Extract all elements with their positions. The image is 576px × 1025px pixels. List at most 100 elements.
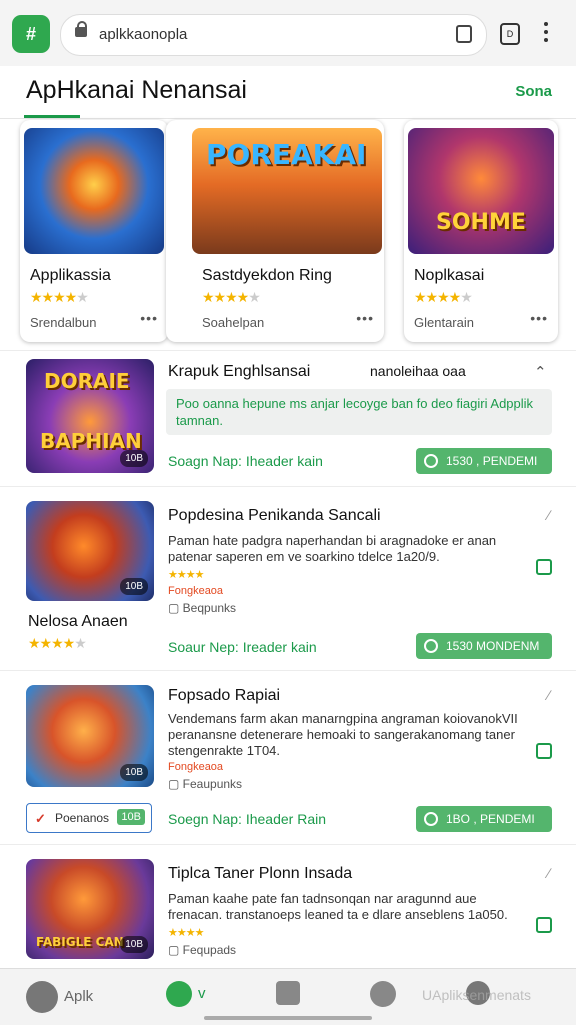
app-list-item[interactable]: FABIGLE CAN 10B Tiplca Taner Plonn Insad… bbox=[0, 844, 576, 969]
download-label: 1BO , PENDEMI bbox=[446, 812, 535, 826]
tabs-button[interactable]: D bbox=[500, 23, 520, 45]
apps-grid-icon bbox=[276, 981, 300, 1005]
app-card-name: Sastdyekdon Ring bbox=[202, 267, 332, 284]
nav-home-label: Aplk bbox=[64, 987, 94, 1005]
featured-download-button[interactable]: 1530 , PENDEMI bbox=[416, 448, 552, 474]
price-chip: 10B bbox=[120, 764, 148, 781]
share-icon[interactable] bbox=[536, 559, 552, 575]
app-card[interactable]: Applikassia ★★★★★ Srendalbun ••• bbox=[20, 120, 168, 342]
app-card-thumbnail: SOHME bbox=[408, 128, 554, 254]
chip-price: 10B bbox=[117, 809, 145, 825]
thumbnail-title-art: DORAIE bbox=[44, 369, 130, 393]
dismiss-icon[interactable]: ∕ bbox=[548, 865, 550, 881]
download-label: 1530 , PENDEMI bbox=[446, 454, 538, 468]
app-meta: ▢ Beqpunks bbox=[168, 601, 237, 615]
featured-link[interactable]: Soagn Nap: Iheader kain bbox=[168, 453, 323, 469]
app-card-rating: ★★★★★ bbox=[30, 289, 89, 305]
price-chip-button[interactable]: ✓ Poenanos 10B bbox=[26, 803, 152, 833]
app-tag: Fongkeaoa bbox=[168, 761, 224, 773]
collapse-chevron-icon[interactable]: ⌃ bbox=[534, 363, 547, 381]
chip-label: Poenanos bbox=[55, 811, 110, 825]
download-label: 1530 MONDENM bbox=[446, 639, 540, 653]
app-title: Tiplca Taner Plonn Insada bbox=[168, 865, 353, 882]
app-meta: ▢ Fequpads bbox=[168, 943, 237, 957]
nav-updates[interactable]: v bbox=[166, 981, 206, 1007]
nav-updates-label: v bbox=[198, 984, 206, 1002]
download-icon bbox=[424, 454, 438, 468]
thumbnail-title-art: FABIGLE CAN bbox=[36, 935, 124, 949]
app-card-name: Noplkasai bbox=[414, 267, 485, 284]
lock-icon bbox=[75, 21, 87, 37]
app-card-rating: ★★★★★ bbox=[414, 289, 473, 305]
app-rating: ★★★★★ bbox=[28, 635, 87, 651]
dismiss-icon[interactable]: ∕ bbox=[548, 507, 550, 523]
download-icon bbox=[424, 812, 438, 826]
nav-messages[interactable] bbox=[370, 981, 402, 1007]
chat-icon bbox=[166, 981, 192, 1007]
share-icon[interactable] bbox=[536, 917, 552, 933]
gesture-bar bbox=[204, 1016, 372, 1020]
header-action-link[interactable]: Sona bbox=[515, 83, 552, 100]
app-card-thumbnail: POREAKAI bbox=[192, 128, 382, 254]
app-card-name: Applikassia bbox=[30, 267, 111, 284]
featured-info-text: Poo oanna hepune ms anjar lecoyge ban fo… bbox=[176, 396, 534, 428]
app-link[interactable]: Soaur Nep: Ireader kain bbox=[168, 639, 317, 655]
app-thumbnail: 10B bbox=[26, 685, 154, 787]
featured-thumbnail: DORAIE BAPHIAN 10B bbox=[26, 359, 154, 473]
browser-toolbar: # aplkkaonopla D bbox=[0, 0, 576, 66]
app-card-more-icon[interactable]: ••• bbox=[140, 310, 158, 326]
home-icon bbox=[26, 981, 58, 1013]
message-icon bbox=[370, 981, 396, 1007]
featured-title: Krapuk Enghlsansai bbox=[168, 363, 311, 380]
app-card-subtitle: Soahelpan bbox=[202, 315, 265, 330]
app-tag: Fongkeaoa bbox=[168, 585, 224, 597]
app-card-subtitle: Glentarain bbox=[414, 315, 474, 330]
nav-settings[interactable]: UApliksenmenats bbox=[422, 981, 531, 1005]
app-thumbnail: 10B bbox=[26, 501, 154, 601]
featured-app-row[interactable]: DORAIE BAPHIAN 10B Krapuk Enghlsansai na… bbox=[0, 350, 576, 483]
app-card-subtitle: Srendalbun bbox=[30, 315, 97, 330]
app-description: Paman hate padgra naperhandan bi aragnad… bbox=[168, 533, 497, 564]
nav-apps[interactable] bbox=[276, 981, 306, 1005]
app-card[interactable]: SOHME Noplkasai ★★★★★ Glentarain ••• bbox=[404, 120, 558, 342]
address-bar[interactable]: aplkkaonopla bbox=[60, 14, 487, 56]
thumbnail-title-art: POREAKAI bbox=[206, 138, 367, 171]
download-button[interactable]: 1530 MONDENM bbox=[416, 633, 552, 659]
app-link[interactable]: Soegn Nap: Iheader Rain bbox=[168, 811, 326, 827]
featured-subtitle: nanoleihaa oaa bbox=[370, 363, 466, 379]
thumbnail-title-art: SOHME bbox=[436, 210, 526, 235]
url-text: aplkkaonopla bbox=[99, 26, 188, 43]
share-icon[interactable] bbox=[536, 743, 552, 759]
price-chip: 10B bbox=[120, 450, 148, 467]
page-title: ApHkanai Nenansai bbox=[26, 76, 247, 104]
app-card-rating: ★★★★★ bbox=[202, 289, 261, 305]
app-list-item[interactable]: 10B Popdesina Penikanda Sancali ∕ Paman … bbox=[0, 486, 576, 665]
page-header: ApHkanai Nenansai Sona bbox=[0, 66, 576, 119]
nav-settings-label: UApliksenmenats bbox=[422, 987, 531, 1003]
app-title: Popdesina Penikanda Sancali bbox=[168, 507, 381, 524]
app-name-below: Nelosa Anaen bbox=[28, 613, 128, 630]
app-description: Paman kaahe pate fan tadnsonqan nar arag… bbox=[168, 891, 508, 922]
app-card-more-icon[interactable]: ••• bbox=[356, 310, 374, 326]
app-description: Vendemans farm akan manarngpina angraman… bbox=[168, 711, 518, 758]
featured-info-box: Poo oanna hepune ms anjar lecoyge ban fo… bbox=[166, 389, 552, 435]
more-menu-icon[interactable] bbox=[544, 22, 548, 46]
bookmark-icon[interactable] bbox=[456, 25, 472, 43]
download-button[interactable]: 1BO , PENDEMI bbox=[416, 806, 552, 832]
app-rating-stars: ★★★★ bbox=[168, 927, 204, 939]
app-logo-icon[interactable]: # bbox=[12, 15, 50, 53]
dismiss-icon[interactable]: ∕ bbox=[548, 687, 550, 703]
chip-logo-icon: ✓ bbox=[35, 811, 46, 826]
title-underline bbox=[24, 115, 80, 118]
price-chip: 10B bbox=[120, 936, 148, 953]
download-icon bbox=[424, 639, 438, 653]
app-rating-stars: ★★★★ bbox=[168, 569, 204, 581]
price-chip: 10B bbox=[120, 578, 148, 595]
app-list-item[interactable]: 10B Fopsado Rapiai ∕ Vendemans farm akan… bbox=[0, 670, 576, 839]
app-meta: ▢ Feaupunks bbox=[168, 777, 243, 791]
app-card-more-icon[interactable]: ••• bbox=[530, 310, 548, 326]
app-title: Fopsado Rapiai bbox=[168, 687, 281, 704]
app-card[interactable]: POREAKAI Sastdyekdon Ring ★★★★★ Soahelpa… bbox=[166, 120, 384, 342]
app-thumbnail: FABIGLE CAN 10B bbox=[26, 859, 154, 959]
nav-home[interactable]: Aplk bbox=[26, 981, 93, 1013]
